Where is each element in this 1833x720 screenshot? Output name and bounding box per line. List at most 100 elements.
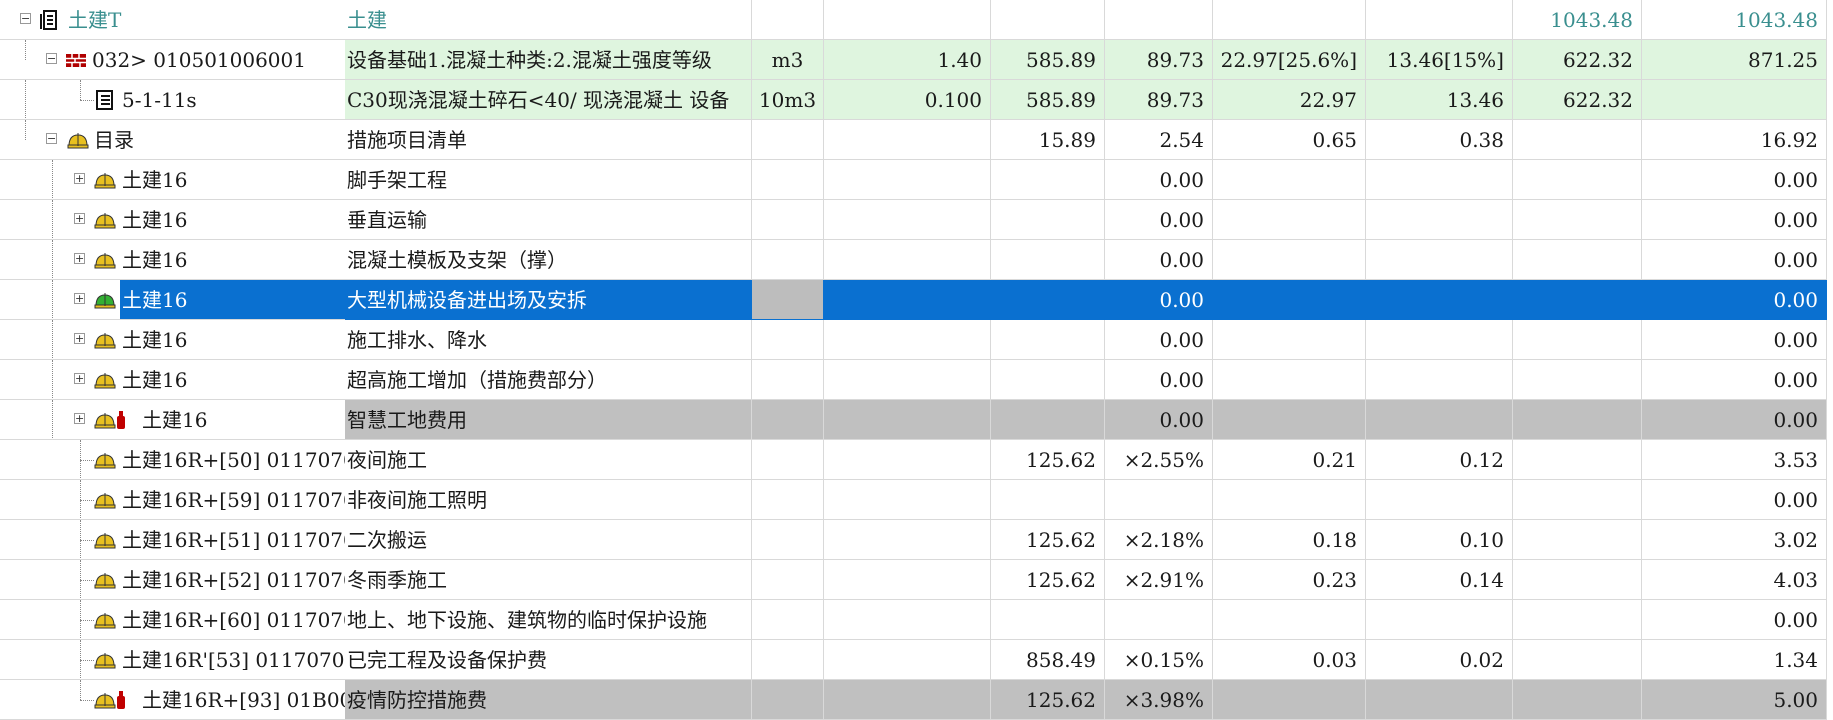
expand-toggle[interactable]: + bbox=[74, 293, 85, 304]
value-cell[interactable] bbox=[1366, 320, 1513, 360]
value-cell[interactable] bbox=[991, 360, 1105, 400]
quantity-cell[interactable] bbox=[824, 120, 991, 160]
item-name-cell[interactable]: 超高施工增加（措施费部分） bbox=[345, 360, 752, 400]
quantity-cell[interactable] bbox=[824, 360, 991, 400]
table-row[interactable]: + 土建16 超高施工增加（措施费部分） 0.00 0.00 bbox=[0, 360, 1833, 400]
table-row[interactable]: + 土建16 施工排水、降水 0.00 0.00 bbox=[0, 320, 1833, 360]
item-name-cell[interactable]: 土建 bbox=[345, 0, 752, 40]
value-cell[interactable]: ×2.55% bbox=[1105, 440, 1213, 480]
value-cell[interactable] bbox=[1513, 480, 1642, 520]
table-row[interactable]: + 土建16 垂直运输 0.00 0.00 bbox=[0, 200, 1833, 240]
value-cell[interactable]: 0.00 bbox=[1642, 200, 1827, 240]
table-row[interactable]: 土建16R+[93] 01B00 疫情防控措施费 125.62 ×3.98% 5… bbox=[0, 680, 1833, 720]
item-name-cell[interactable]: 施工排水、降水 bbox=[345, 320, 752, 360]
value-cell[interactable]: 13.46[15%] bbox=[1366, 40, 1513, 80]
value-cell[interactable] bbox=[1513, 360, 1642, 400]
value-cell[interactable]: 0.21 bbox=[1213, 440, 1366, 480]
value-cell[interactable] bbox=[1513, 400, 1642, 440]
unit-cell[interactable] bbox=[752, 360, 824, 400]
table-row[interactable]: 土建16R+[60] 0117070 地上、地下设施、建筑物的临时保护设施 0.… bbox=[0, 600, 1833, 640]
table-row[interactable]: 土建16R'[53] 0117070 已完工程及设备保护费 858.49 ×0.… bbox=[0, 640, 1833, 680]
value-cell[interactable] bbox=[1213, 600, 1366, 640]
value-cell[interactable]: 0.00 bbox=[1642, 320, 1827, 360]
tree-node[interactable]: 土建16R+[52] 0117070 bbox=[0, 560, 345, 599]
table-row[interactable]: + 土建16 智慧工地费用 0.00 0.00 bbox=[0, 400, 1833, 440]
table-row[interactable]: 土建16R+[51] 0117070 二次搬运 125.62 ×2.18% 0.… bbox=[0, 520, 1833, 560]
tree-node[interactable]: + 土建16 bbox=[0, 160, 345, 199]
value-cell[interactable]: 3.02 bbox=[1642, 520, 1827, 560]
item-name-cell[interactable]: 混凝土模板及支架（撑） bbox=[345, 240, 752, 280]
value-cell[interactable]: 0.00 bbox=[1105, 360, 1213, 400]
value-cell[interactable] bbox=[1105, 600, 1213, 640]
quantity-cell[interactable] bbox=[824, 240, 991, 280]
value-cell[interactable]: 0.12 bbox=[1366, 440, 1513, 480]
tree-node[interactable]: 土建16R+[51] 0117070 bbox=[0, 520, 345, 559]
tree-node[interactable]: 土建16R'[53] 0117070 bbox=[0, 640, 345, 679]
value-cell[interactable]: 0.00 bbox=[1642, 240, 1827, 280]
tree-node[interactable]: 5-1-11s bbox=[0, 80, 345, 119]
item-name-cell[interactable]: 已完工程及设备保护费 bbox=[345, 640, 752, 680]
value-cell[interactable]: 1043.48 bbox=[1513, 0, 1642, 40]
value-cell[interactable]: ×0.15% bbox=[1105, 640, 1213, 680]
quantity-cell[interactable] bbox=[824, 520, 991, 560]
quantity-cell[interactable]: 1.40 bbox=[824, 40, 991, 80]
value-cell[interactable] bbox=[1366, 600, 1513, 640]
value-cell[interactable] bbox=[1213, 160, 1366, 200]
value-cell[interactable] bbox=[991, 200, 1105, 240]
collapse-toggle[interactable]: − bbox=[46, 53, 57, 64]
quantity-cell[interactable] bbox=[824, 440, 991, 480]
value-cell[interactable] bbox=[1213, 400, 1366, 440]
tree-node[interactable]: 土建16R+[50] 0117070 bbox=[0, 440, 345, 479]
tree-node[interactable]: + 土建16 bbox=[0, 400, 345, 439]
value-cell[interactable] bbox=[1366, 280, 1513, 320]
value-cell[interactable] bbox=[1513, 680, 1642, 720]
value-cell[interactable] bbox=[1213, 360, 1366, 400]
tree-node[interactable]: 土建16R+[60] 0117070 bbox=[0, 600, 345, 639]
item-name-cell[interactable]: 疫情防控措施费 bbox=[345, 680, 752, 720]
value-cell[interactable]: 0.00 bbox=[1642, 480, 1827, 520]
value-cell[interactable]: 4.03 bbox=[1642, 560, 1827, 600]
value-cell[interactable] bbox=[1213, 240, 1366, 280]
value-cell[interactable] bbox=[1105, 480, 1213, 520]
item-name-cell[interactable]: 冬雨季施工 bbox=[345, 560, 752, 600]
table-row[interactable]: − 目录 措施项目清单 15.89 2.54 0.65 0.38 16.92 bbox=[0, 120, 1833, 160]
collapse-toggle[interactable]: − bbox=[20, 13, 31, 24]
value-cell[interactable]: 89.73 bbox=[1105, 80, 1213, 120]
tree-node[interactable]: + 土建16 bbox=[0, 240, 345, 279]
table-row[interactable]: 5-1-11s C30现浇混凝土碎石<40/ 现浇混凝土 设备 10m3 0.1… bbox=[0, 80, 1833, 120]
value-cell[interactable]: 22.97[25.6%] bbox=[1213, 40, 1366, 80]
value-cell[interactable]: 858.49 bbox=[991, 640, 1105, 680]
value-cell[interactable] bbox=[1366, 360, 1513, 400]
value-cell[interactable]: 0.38 bbox=[1366, 120, 1513, 160]
expand-toggle[interactable]: + bbox=[74, 213, 85, 224]
value-cell[interactable] bbox=[991, 480, 1105, 520]
item-name-cell[interactable]: 设备基础1.混凝土种类:2.混凝土强度等级 bbox=[345, 40, 752, 80]
expand-toggle[interactable]: + bbox=[74, 413, 85, 424]
value-cell[interactable] bbox=[1366, 680, 1513, 720]
quantity-cell[interactable]: 0.100 bbox=[824, 80, 991, 120]
value-cell[interactable] bbox=[1513, 200, 1642, 240]
value-cell[interactable] bbox=[1366, 160, 1513, 200]
value-cell[interactable] bbox=[1213, 320, 1366, 360]
tree-node[interactable]: − 土建T bbox=[0, 0, 345, 39]
value-cell[interactable]: 5.00 bbox=[1642, 680, 1827, 720]
value-cell[interactable]: 0.00 bbox=[1105, 280, 1213, 320]
value-cell[interactable]: 622.32 bbox=[1513, 80, 1642, 120]
value-cell[interactable]: 0.00 bbox=[1642, 600, 1827, 640]
value-cell[interactable]: 0.00 bbox=[1105, 240, 1213, 280]
unit-cell[interactable] bbox=[752, 440, 824, 480]
value-cell[interactable]: 0.14 bbox=[1366, 560, 1513, 600]
unit-cell[interactable] bbox=[752, 280, 824, 320]
tree-node[interactable]: + 土建16 bbox=[0, 320, 345, 359]
quantity-cell[interactable] bbox=[824, 320, 991, 360]
value-cell[interactable]: 89.73 bbox=[1105, 40, 1213, 80]
value-cell[interactable]: 16.92 bbox=[1642, 120, 1827, 160]
item-name-cell[interactable]: 智慧工地费用 bbox=[345, 400, 752, 440]
tree-node[interactable]: − 目录 bbox=[0, 120, 345, 159]
value-cell[interactable] bbox=[991, 160, 1105, 200]
item-name-cell[interactable]: 夜间施工 bbox=[345, 440, 752, 480]
value-cell[interactable] bbox=[991, 0, 1105, 40]
value-cell[interactable]: 0.10 bbox=[1366, 520, 1513, 560]
value-cell[interactable]: 2.54 bbox=[1105, 120, 1213, 160]
value-cell[interactable] bbox=[1513, 520, 1642, 560]
